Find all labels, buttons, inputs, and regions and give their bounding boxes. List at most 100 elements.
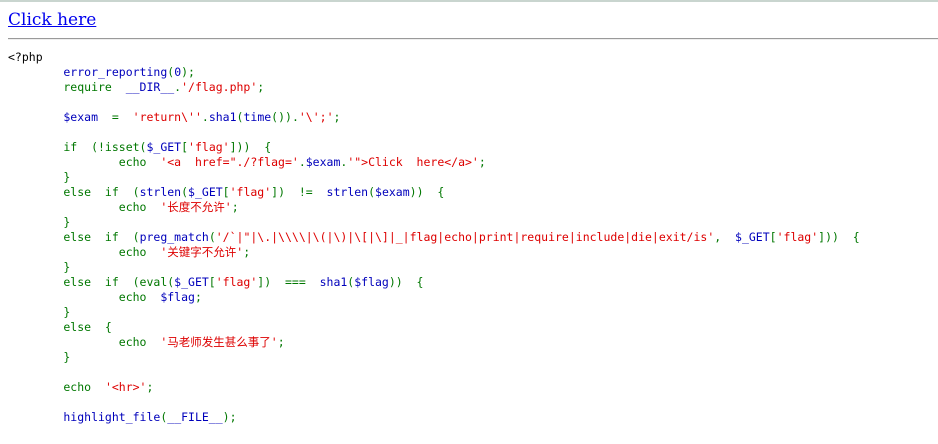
code-token-default: $exam: [8, 110, 112, 124]
code-token-default: $_GET: [174, 275, 209, 289]
code-token-keyword: echo: [8, 380, 105, 394]
code-token-default: __DIR__: [125, 80, 175, 94]
click-here-link[interactable]: Click here: [8, 9, 96, 31]
code-token-keyword: [: [208, 275, 216, 289]
code-token-html: <?php: [8, 50, 43, 64]
code-token-keyword: [: [222, 185, 230, 199]
code-line: $exam = 'return\''.sha1(time()).'\';';: [8, 110, 938, 125]
code-token-default: highlight_file: [8, 410, 161, 424]
code-line: error_reporting(0);: [8, 65, 938, 80]
code-token-keyword: [: [181, 140, 189, 154]
code-token-keyword: ;: [478, 155, 486, 169]
code-token-string: 'flag': [188, 140, 230, 154]
code-line: echo '马老师发生甚么事了';: [8, 335, 938, 350]
code-token-keyword: )) {: [409, 185, 445, 199]
code-token-keyword: .: [298, 155, 306, 169]
code-token-keyword: echo: [8, 155, 161, 169]
code-token-keyword: ;: [333, 110, 341, 124]
code-token-keyword: ;: [243, 245, 251, 259]
code-token-string: '长度不允许': [160, 200, 232, 214]
code-token-string: 'return\'': [132, 110, 202, 124]
code-line: echo $flag;: [8, 290, 938, 305]
code-token-string: 'flag': [776, 230, 819, 244]
code-token-default: $_GET: [735, 230, 770, 244]
code-token-string: '">Click here</a>': [347, 155, 479, 169]
code-token-keyword: echo: [8, 245, 161, 259]
code-token-keyword: (: [368, 185, 376, 199]
code-line: }: [8, 305, 938, 320]
code-token-keyword: }: [8, 215, 71, 229]
code-line: else if (strlen($_GET['flag']) != strlen…: [8, 185, 938, 200]
code-token-string: '关键字不允许': [160, 245, 244, 259]
code-token-keyword: if (!isset(: [8, 140, 147, 154]
code-token-keyword: ]) ===: [257, 275, 320, 289]
code-line: }: [8, 350, 938, 365]
code-line: }: [8, 170, 938, 185]
code-token-default: $flag: [160, 290, 195, 304]
code-token-keyword: else if (eval(: [8, 275, 175, 289]
code-token-default: strlen: [326, 185, 369, 199]
code-token-string: '/`|"|\.|\\\\|\(|\)|\[|\]|_|flag|echo|pr…: [215, 230, 715, 244]
top-border: [0, 0, 938, 2]
code-line: echo '<a href="./?flag='.$exam.'">Click …: [8, 155, 938, 170]
code-token-string: 'flag': [215, 275, 258, 289]
code-token-keyword: (: [208, 230, 216, 244]
code-token-keyword: ;: [194, 290, 202, 304]
code-token-keyword: else if (: [8, 185, 140, 199]
code-line: <?php: [8, 50, 938, 65]
code-token-keyword: echo: [8, 290, 161, 304]
code-token-string: '\';': [298, 110, 334, 124]
code-token-keyword: require: [8, 80, 126, 94]
code-line: require __DIR__.'/flag.php';: [8, 80, 938, 95]
code-line: highlight_file(__FILE__);: [8, 410, 938, 425]
code-line: echo '关键字不允许';: [8, 245, 938, 260]
code-token-keyword: ]) !=: [271, 185, 327, 199]
code-token-string: '<a href="./?flag=': [160, 155, 299, 169]
code-token-keyword: ;: [231, 200, 239, 214]
code-token-keyword: ;: [257, 80, 265, 94]
code-token-keyword: }: [8, 305, 71, 319]
php-source-code: <?php error_reporting(0); require __DIR_…: [8, 50, 938, 425]
code-token-keyword: ])) {: [229, 140, 272, 154]
code-token-default: sha1: [208, 110, 237, 124]
code-line: }: [8, 260, 938, 275]
code-token-keyword: }: [8, 170, 71, 184]
code-token-keyword: ;: [277, 335, 285, 349]
code-token-keyword: }: [8, 350, 71, 364]
code-token-default: strlen: [139, 185, 182, 199]
code-token-default: $exam: [375, 185, 410, 199]
code-token-keyword: ;: [146, 380, 154, 394]
code-token-keyword: echo: [8, 335, 161, 349]
code-token-default: sha1: [319, 275, 348, 289]
code-token-default: __FILE__: [167, 410, 223, 424]
code-token-keyword: );: [181, 65, 195, 79]
code-token-keyword: else if (: [8, 230, 140, 244]
code-token-keyword: (: [181, 185, 189, 199]
code-token-keyword: ])) {: [818, 230, 860, 244]
code-token-keyword: ()).: [271, 110, 299, 124]
code-line: else {: [8, 320, 938, 335]
code-line: else if (preg_match('/`|"|\.|\\\\|\(|\)|…: [8, 230, 938, 245]
code-token-keyword: echo: [8, 200, 161, 214]
code-line: if (!isset($_GET['flag'])) {: [8, 140, 938, 155]
code-token-default: $flag: [354, 275, 389, 289]
code-token-keyword: }: [8, 260, 71, 274]
code-token-default: $_GET: [188, 185, 223, 199]
code-token-keyword: )) {: [388, 275, 424, 289]
code-token-keyword: else {: [8, 320, 112, 334]
code-token-string: '马老师发生甚么事了': [160, 335, 278, 349]
code-token-keyword: .: [201, 110, 209, 124]
code-token-default: time: [243, 110, 272, 124]
code-token-string: '<hr>': [104, 380, 147, 394]
code-line: }: [8, 215, 938, 230]
code-line: else if (eval($_GET['flag']) === sha1($f…: [8, 275, 938, 290]
code-token-keyword: [: [769, 230, 777, 244]
code-token-keyword: =: [111, 110, 133, 124]
code-token-default: $exam: [305, 155, 341, 169]
code-line: echo '长度不允许';: [8, 200, 938, 215]
code-token-default: error_reporting: [8, 65, 168, 79]
horizontal-rule: [8, 38, 938, 40]
